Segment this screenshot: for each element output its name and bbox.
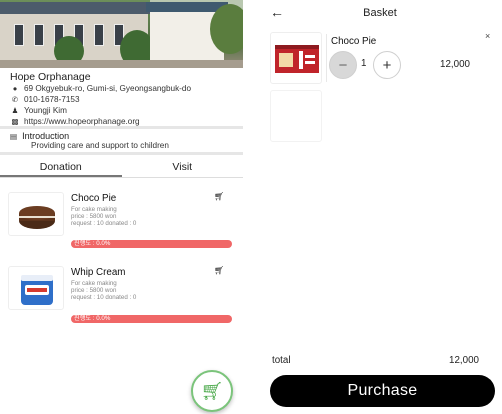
- donation-item[interactable]: Choco Pie For cake making price : 5800 w…: [8, 192, 234, 250]
- location-icon: ●: [12, 84, 18, 93]
- choco-pie-box-image: [270, 32, 322, 84]
- cart-fab-button[interactable]: 🛒︎: [191, 370, 233, 412]
- progress-bar: 진행도 : 0.0%: [71, 315, 232, 323]
- basket-item-name: Choco Pie: [331, 36, 377, 47]
- basket-item-price: 12,000: [440, 59, 470, 70]
- screen-gap: [243, 0, 258, 414]
- progress-label: 진행도 : 0.0%: [74, 240, 111, 247]
- purchase-button[interactable]: Purchase: [270, 375, 495, 407]
- item-request: request : 10 donated : 0: [71, 294, 137, 301]
- item-price: price : 5800 won: [71, 213, 117, 220]
- orphanage-photo: [0, 0, 243, 68]
- progress-bar: 진행도 : 0.0%: [71, 240, 232, 248]
- add-to-cart-icon[interactable]: 🛒︎: [214, 266, 224, 275]
- person-icon: ♟: [11, 106, 19, 115]
- divider: [326, 34, 327, 82]
- tab-donation[interactable]: Donation: [0, 156, 122, 177]
- website-row[interactable]: ▩ https://www.hopeorphanage.org: [10, 117, 140, 126]
- item-purpose: For cake making: [71, 280, 117, 287]
- website-link[interactable]: https://www.hopeorphanage.org: [24, 117, 140, 126]
- tab-bar: Donation Visit: [0, 156, 243, 178]
- increase-quantity-button[interactable]: +: [373, 51, 401, 79]
- page-title: Basket: [363, 7, 397, 19]
- organization-name: Hope Orphanage: [10, 71, 91, 83]
- introduction-text: Providing care and support to children: [31, 141, 169, 150]
- person-row: ♟ Youngji Kim: [10, 106, 67, 115]
- progress-label: 진행도 : 0.0%: [74, 315, 111, 322]
- tab-visit[interactable]: Visit: [122, 156, 244, 177]
- item-purpose: For cake making: [71, 206, 117, 213]
- add-to-cart-icon[interactable]: 🛒︎: [214, 192, 224, 201]
- computer-icon: ▩: [11, 117, 19, 126]
- donation-item[interactable]: Whip Cream For cake making price : 5800 …: [8, 266, 234, 324]
- choco-pie-image: [8, 192, 64, 236]
- decrease-quantity-button[interactable]: −: [329, 51, 357, 79]
- quantity-value: 1: [361, 58, 367, 69]
- address-text: 69 Okgyebuk-ro, Gumi-si, Gyeongsangbuk-d…: [24, 84, 192, 93]
- total-label: total: [272, 355, 291, 366]
- basket-screen: Basket ← Choco Pie × − 1 + 12,000 total …: [258, 0, 502, 414]
- phone-row[interactable]: ✆ 010-1678-7153: [10, 95, 80, 104]
- empty-item-slot: [270, 90, 322, 142]
- total-value: 12,000: [449, 355, 479, 366]
- item-name: Choco Pie: [71, 193, 117, 204]
- phone-text[interactable]: 010-1678-7153: [24, 95, 80, 104]
- divider: [0, 126, 243, 129]
- back-arrow-icon[interactable]: ←: [270, 4, 284, 20]
- divider: [0, 152, 243, 155]
- remove-item-icon[interactable]: ×: [485, 31, 490, 41]
- item-name: Whip Cream: [71, 267, 126, 278]
- organization-detail-screen: Hope Orphanage ● 69 Okgyebuk-ro, Gumi-si…: [0, 0, 243, 414]
- address-row: ● 69 Okgyebuk-ro, Gumi-si, Gyeongsangbuk…: [10, 84, 191, 93]
- introduction-title: Introduction: [22, 131, 70, 141]
- whip-cream-image: [8, 266, 64, 310]
- item-price: price : 5800 won: [71, 287, 117, 294]
- phone-icon: ✆: [11, 95, 19, 104]
- introduction-heading: ▤ Introduction: [10, 131, 69, 141]
- document-icon: ▤: [10, 131, 18, 141]
- shopping-cart-icon: 🛒︎: [200, 380, 224, 401]
- person-text: Youngji Kim: [24, 106, 67, 115]
- item-request: request : 10 donated : 0: [71, 220, 137, 227]
